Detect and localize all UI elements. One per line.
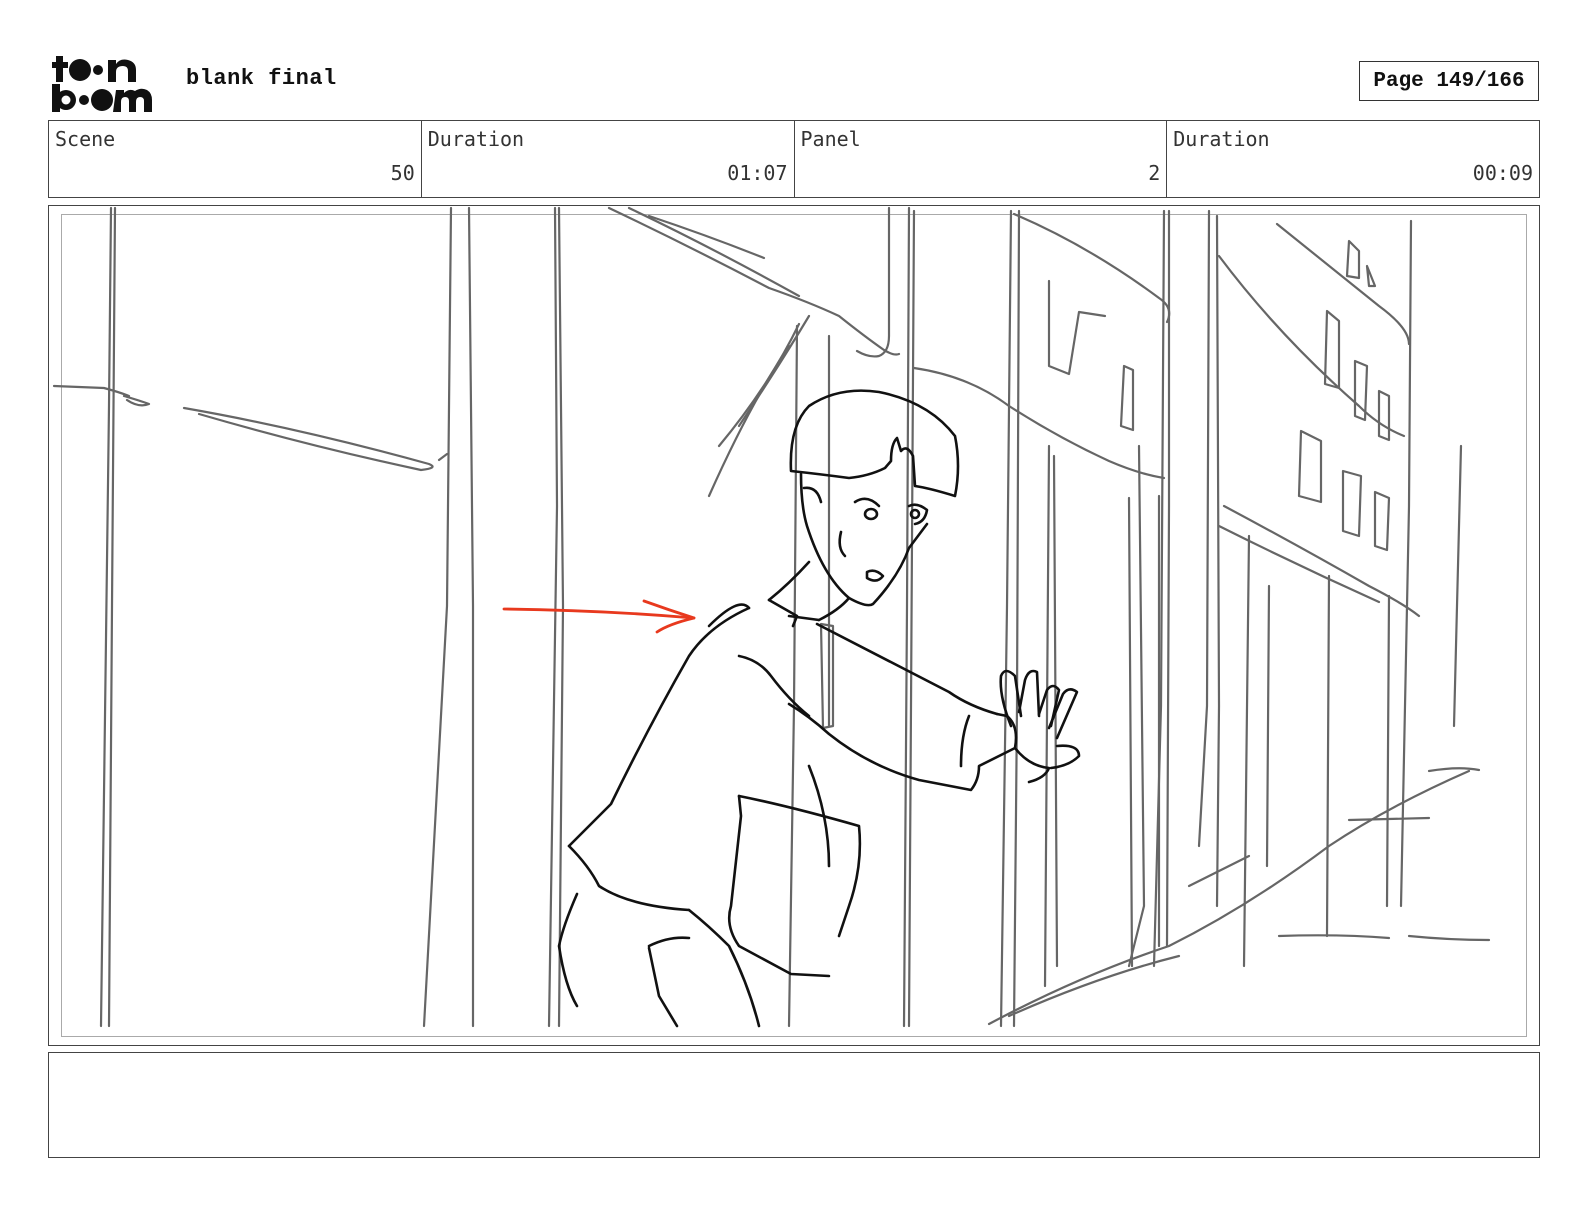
dialogue-notes-box <box>48 1052 1540 1158</box>
page-indicator: Page 149/166 <box>1359 61 1539 101</box>
direction-arrow <box>502 599 696 634</box>
panel-duration-label: Duration <box>1173 127 1270 151</box>
panel-duration-cell: Duration 00:09 <box>1167 121 1539 197</box>
background-buildings <box>52 206 1491 1028</box>
panel-image-frame <box>48 205 1540 1046</box>
scene-cell: Scene 50 <box>49 121 422 197</box>
panel-label: Panel <box>800 127 861 151</box>
toon-boom-logo <box>52 56 152 112</box>
panel-cell: Panel 2 <box>795 121 1168 197</box>
panel-duration-value: 00:09 <box>1472 161 1533 185</box>
scene-label: Scene <box>55 127 116 151</box>
scene-value: 50 <box>390 161 415 185</box>
scene-duration-label: Duration <box>427 127 525 151</box>
scene-duration-cell: Duration 01:07 <box>422 121 795 197</box>
character-figure <box>557 389 1081 1028</box>
panel-value: 2 <box>1148 161 1161 185</box>
storyboard-sketch <box>52 206 1491 1028</box>
scene-duration-value: 01:07 <box>727 161 788 185</box>
project-title: blank final <box>186 66 337 91</box>
panel-info-row: Scene 50 Duration 01:07 Panel 2 Duration… <box>48 120 1540 198</box>
